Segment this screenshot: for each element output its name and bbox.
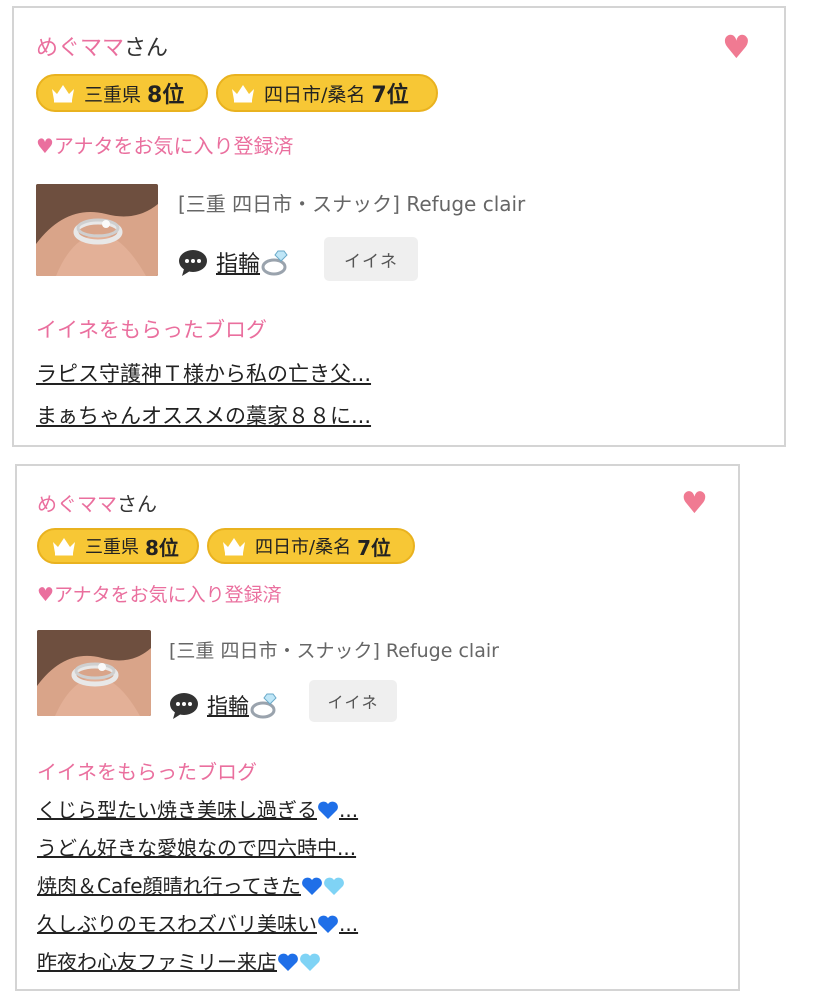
ring-icon	[250, 693, 277, 719]
blog-link-suffix: ...	[339, 798, 359, 822]
user-name-suffix: さん	[124, 36, 169, 61]
blue-heart-icon	[318, 801, 338, 819]
blog-link[interactable]: うどん好きな愛娘なので四六時中...	[37, 832, 356, 861]
user-name-suffix: さん	[117, 492, 157, 516]
badge-rank: 8位	[145, 535, 179, 560]
post-title-link[interactable]: 指輪	[216, 246, 260, 278]
blue-heart-icon	[302, 877, 322, 895]
blog-link-suffix: ...	[339, 912, 359, 936]
crown-icon	[53, 538, 75, 556]
ring-icon	[261, 250, 288, 276]
ranking-badge-prefecture[interactable]: 三重県 8位	[37, 528, 199, 564]
ring-photo	[36, 184, 158, 276]
liked-blogs-label: イイネをもらったブログ	[37, 760, 257, 784]
badge-label: 四日市/桑名	[264, 83, 366, 106]
badge-label: 三重県	[85, 537, 139, 558]
badge-label: 四日市/桑名	[255, 537, 352, 558]
badge-label: 三重県	[84, 83, 142, 106]
ring-photo	[37, 630, 151, 716]
post-title-link[interactable]: 指輪	[207, 690, 249, 720]
ranking-badge-area[interactable]: 四日市/桑名 7位	[216, 74, 438, 112]
crown-icon	[52, 85, 74, 103]
post-thumbnail[interactable]	[36, 184, 158, 276]
post-thumbnail[interactable]	[37, 630, 151, 716]
badge-rank: 7位	[371, 83, 409, 108]
blog-link-text: 昨夜わ心友ファミリー来店	[37, 950, 277, 974]
blog-link[interactable]: 焼肉＆Cafe顔晴れ行ってきた	[37, 870, 345, 899]
user-card: めぐママさん ♥ 三重県 8位 四日市/桑名 7位 ♥アナタをお気に入り登録済 …	[12, 6, 786, 447]
speech-bubble-icon	[179, 250, 207, 276]
blue-heart-icon	[318, 915, 338, 933]
liked-blogs-label: イイネをもらったブログ	[36, 318, 267, 342]
light-blue-heart-icon	[324, 877, 344, 895]
blog-link-text: 焼肉＆Cafe顔晴れ行ってきた	[37, 874, 301, 898]
blog-link-text: くじら型たい焼き美味し過ぎる	[37, 798, 317, 822]
crown-icon	[232, 85, 254, 103]
ranking-badge-area[interactable]: 四日市/桑名 7位	[207, 528, 415, 564]
post-title-row[interactable]: 指輪	[169, 690, 281, 720]
user-name-link[interactable]: めぐママ	[37, 492, 117, 516]
ranking-badge-prefecture[interactable]: 三重県 8位	[36, 74, 208, 112]
badge-rank: 8位	[147, 83, 185, 108]
blog-link[interactable]: まぁちゃんオススメの藁家８８に...	[36, 400, 371, 430]
user-name-link[interactable]: めぐママ	[36, 36, 124, 61]
favorite-heart-icon[interactable]: ♥	[722, 30, 751, 64]
light-blue-heart-icon	[300, 953, 320, 971]
blog-link-text: 久しぶりのモスわズバリ美味い	[37, 912, 317, 936]
blue-heart-icon	[278, 953, 298, 971]
blog-link[interactable]: ラピス守護神Ｔ様から私の亡き父...	[36, 358, 371, 388]
user-name[interactable]: めぐママさん	[36, 30, 168, 62]
favorite-status: ♥アナタをお気に入り登録済	[37, 584, 282, 606]
badge-rank: 7位	[357, 535, 391, 560]
favorite-status: ♥アナタをお気に入り登録済	[36, 134, 294, 158]
speech-bubble-icon	[170, 693, 198, 719]
crown-icon	[223, 538, 245, 556]
blog-link[interactable]: くじら型たい焼き美味し過ぎる...	[37, 794, 358, 823]
blog-link[interactable]: 昨夜わ心友ファミリー来店	[37, 946, 321, 975]
like-button[interactable]: イイネ	[309, 680, 397, 722]
favorite-heart-icon[interactable]: ♥	[681, 488, 708, 520]
blog-link[interactable]: 久しぶりのモスわズバリ美味い...	[37, 908, 358, 937]
post-title-row[interactable]: 指輪	[178, 246, 292, 278]
user-card: めぐママさん ♥ 三重県 8位 四日市/桑名 7位 ♥アナタをお気に入り登録済 …	[15, 464, 740, 991]
shop-name: [三重 四日市・スナック] Refuge clair	[178, 192, 526, 216]
shop-name: [三重 四日市・スナック] Refuge clair	[169, 640, 499, 662]
user-name[interactable]: めぐママさん	[37, 488, 157, 517]
like-button[interactable]: イイネ	[324, 237, 418, 281]
